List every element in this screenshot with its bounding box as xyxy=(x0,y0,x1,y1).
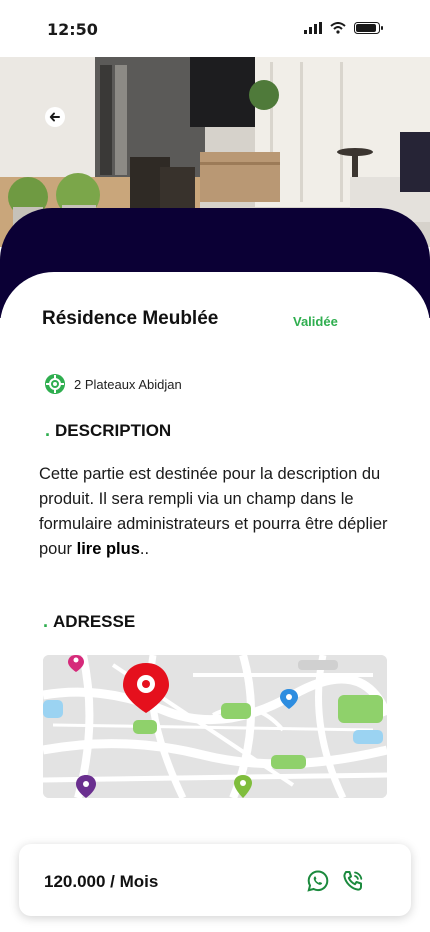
address-heading-text: ADRESSE xyxy=(53,612,136,631)
back-arrow-icon xyxy=(49,112,60,122)
price-bar: 120.000 / Mois xyxy=(19,844,411,916)
description-heading: . DESCRIPTION xyxy=(45,420,171,441)
location-target-icon xyxy=(45,374,65,394)
whatsapp-icon xyxy=(307,870,329,892)
signal-icon xyxy=(304,22,322,34)
read-more-link[interactable]: lire plus xyxy=(77,540,140,558)
battery-icon xyxy=(354,22,383,34)
content-card xyxy=(0,272,430,932)
location-text: 2 Plateaux Abidjan xyxy=(74,376,182,392)
map-graphic xyxy=(43,655,387,798)
address-map[interactable] xyxy=(43,655,387,798)
description-text: Cette partie est destinée pour la descri… xyxy=(39,462,399,562)
status-badge: Validée xyxy=(293,314,338,329)
status-icons xyxy=(304,22,384,34)
description-ellipsis: .. xyxy=(139,540,150,558)
wifi-icon xyxy=(330,22,346,34)
address-heading: . ADRESSE xyxy=(43,611,135,632)
status-time: 12:50 xyxy=(47,20,98,39)
whatsapp-button[interactable] xyxy=(306,869,330,893)
listing-title: Résidence Meublée xyxy=(42,308,219,329)
heading-dot: . xyxy=(43,611,49,631)
phone-icon xyxy=(343,871,363,891)
price-label: 120.000 / Mois xyxy=(44,872,159,891)
status-bar: 12:50 xyxy=(0,0,430,58)
back-button[interactable] xyxy=(45,107,65,127)
heading-dot: . xyxy=(45,420,51,440)
description-heading-text: DESCRIPTION xyxy=(55,421,172,440)
location-row: 2 Plateaux Abidjan xyxy=(44,373,182,395)
call-button[interactable] xyxy=(341,869,365,893)
